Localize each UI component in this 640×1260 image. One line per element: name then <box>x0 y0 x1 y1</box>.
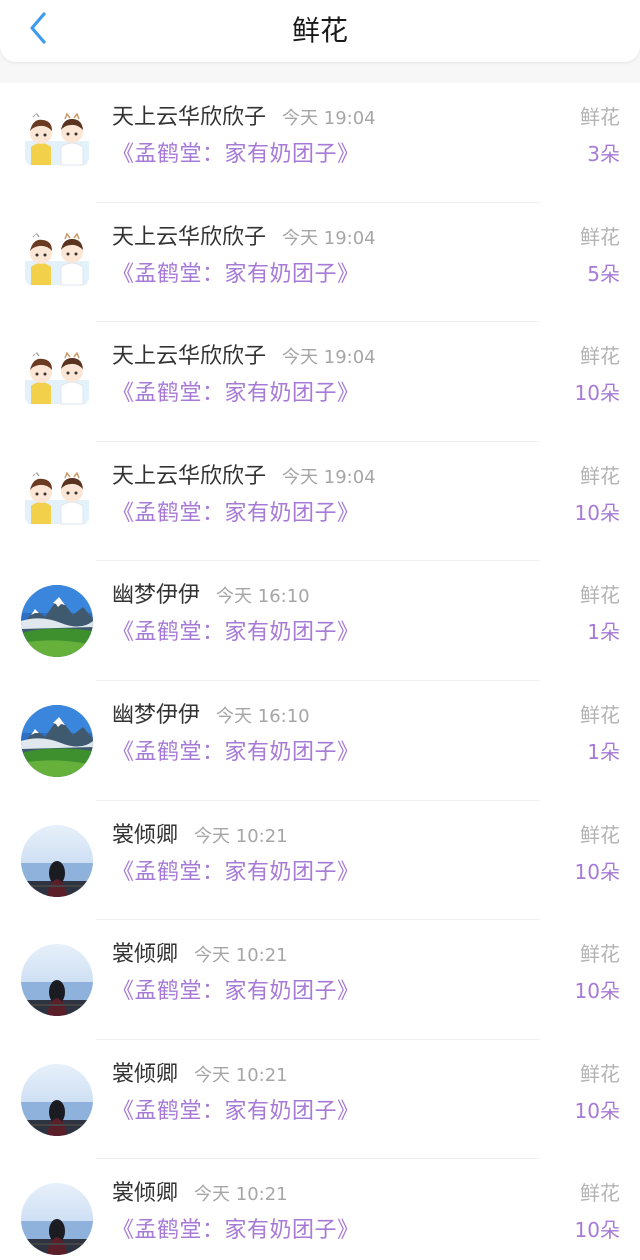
record-time: 今天 19:04 <box>282 466 376 488</box>
list-item[interactable]: 幽梦伊伊 今天 16:10 《孟鹤堂：家有奶团子》 鲜花 1朵 <box>0 561 640 681</box>
gift-amount: 5朵 <box>587 261 620 286</box>
list-item[interactable]: 天上云华欣欣子 今天 19:04 《孟鹤堂：家有奶团子》 鲜花 5朵 <box>0 203 640 323</box>
mountain-landscape-avatar[interactable] <box>21 704 93 777</box>
user-name[interactable]: 天上云华欣欣子 <box>112 105 266 130</box>
gift-amount: 1朵 <box>587 739 620 764</box>
user-name[interactable]: 幽梦伊伊 <box>112 703 200 728</box>
girl-by-sea-avatar[interactable] <box>21 824 93 897</box>
list-item[interactable]: 天上云华欣欣子 今天 19:04 《孟鹤堂：家有奶团子》 鲜花 3朵 <box>0 83 640 203</box>
cartoon-kids-avatar[interactable] <box>21 346 93 419</box>
girl-by-sea-avatar[interactable] <box>21 1183 93 1256</box>
gift-type: 鲜花 <box>580 1061 620 1086</box>
user-name[interactable]: 幽梦伊伊 <box>112 583 200 608</box>
gift-type: 鲜花 <box>580 105 620 129</box>
gift-type: 鲜花 <box>580 1181 620 1206</box>
gift-type: 鲜花 <box>580 942 620 967</box>
book-title[interactable]: 《孟鹤堂：家有奶团子》 <box>112 1093 360 1125</box>
gift-amount: 10朵 <box>574 859 620 884</box>
gift-type: 鲜花 <box>580 702 620 727</box>
record-time: 今天 19:04 <box>282 227 376 249</box>
user-name[interactable]: 天上云华欣欣子 <box>112 464 266 489</box>
gift-amount: 10朵 <box>574 1218 620 1243</box>
cartoon-kids-avatar[interactable] <box>21 465 93 538</box>
list-item[interactable]: 幽梦伊伊 今天 16:10 《孟鹤堂：家有奶团子》 鲜花 1朵 <box>0 681 640 801</box>
user-name[interactable]: 天上云华欣欣子 <box>112 344 266 369</box>
record-time: 今天 10:21 <box>194 1184 288 1206</box>
gift-type: 鲜花 <box>580 344 620 369</box>
gift-amount: 3朵 <box>587 142 620 166</box>
user-name[interactable]: 裳倾卿 <box>112 823 178 848</box>
gift-type: 鲜花 <box>580 463 620 488</box>
book-title[interactable]: 《孟鹤堂：家有奶团子》 <box>112 136 360 168</box>
gift-type: 鲜花 <box>580 224 620 249</box>
book-title[interactable]: 《孟鹤堂：家有奶团子》 <box>112 854 360 886</box>
user-name[interactable]: 裳倾卿 <box>112 1181 178 1206</box>
book-title[interactable]: 《孟鹤堂：家有奶团子》 <box>112 375 360 407</box>
book-title[interactable]: 《孟鹤堂：家有奶团子》 <box>112 256 360 288</box>
gift-amount: 10朵 <box>574 381 620 406</box>
cartoon-kids-avatar[interactable] <box>21 226 93 299</box>
gift-amount: 10朵 <box>574 979 620 1004</box>
book-title[interactable]: 《孟鹤堂：家有奶团子》 <box>112 973 360 1005</box>
gift-type: 鲜花 <box>580 583 620 608</box>
user-name[interactable]: 裳倾卿 <box>112 1062 178 1087</box>
list-item[interactable]: 天上云华欣欣子 今天 19:04 《孟鹤堂：家有奶团子》 鲜花 10朵 <box>0 322 640 442</box>
gift-amount: 10朵 <box>574 1098 620 1123</box>
record-time: 今天 10:21 <box>194 1064 288 1086</box>
user-name[interactable]: 天上云华欣欣子 <box>112 225 266 250</box>
book-title[interactable]: 《孟鹤堂：家有奶团子》 <box>112 734 360 766</box>
list-item[interactable]: 裳倾卿 今天 10:21 《孟鹤堂：家有奶团子》 鲜花 10朵 <box>0 1040 640 1160</box>
record-time: 今天 16:10 <box>216 586 310 608</box>
gift-amount: 1朵 <box>587 620 620 645</box>
list-item[interactable]: 天上云华欣欣子 今天 19:04 《孟鹤堂：家有奶团子》 鲜花 10朵 <box>0 442 640 562</box>
record-time: 今天 10:21 <box>194 945 288 967</box>
record-time: 今天 19:04 <box>282 347 376 369</box>
gift-type: 鲜花 <box>580 822 620 847</box>
cartoon-kids-avatar[interactable] <box>21 107 93 179</box>
book-title[interactable]: 《孟鹤堂：家有奶团子》 <box>112 614 360 646</box>
gift-amount: 10朵 <box>574 500 620 525</box>
list-item[interactable]: 裳倾卿 今天 10:21 《孟鹤堂：家有奶团子》 鲜花 10朵 <box>0 920 640 1040</box>
book-title[interactable]: 《孟鹤堂：家有奶团子》 <box>112 495 360 527</box>
record-time: 今天 16:10 <box>216 705 310 727</box>
page-title: 鲜花 <box>291 14 348 47</box>
list-item[interactable]: 裳倾卿 今天 10:21 《孟鹤堂：家有奶团子》 鲜花 10朵 <box>0 801 640 921</box>
user-name[interactable]: 裳倾卿 <box>112 942 178 967</box>
girl-by-sea-avatar[interactable] <box>21 1063 93 1136</box>
flower-record-list[interactable]: 天上云华欣欣子 今天 19:04 《孟鹤堂：家有奶团子》 鲜花 3朵 天上云华欣欣… <box>0 83 640 1260</box>
book-title[interactable]: 《孟鹤堂：家有奶团子》 <box>112 1212 360 1244</box>
girl-by-sea-avatar[interactable] <box>21 944 93 1017</box>
record-time: 今天 19:04 <box>282 108 376 129</box>
mountain-landscape-avatar[interactable] <box>21 585 93 658</box>
record-time: 今天 10:21 <box>194 825 288 847</box>
list-item[interactable]: 裳倾卿 今天 10:21 《孟鹤堂：家有奶团子》 鲜花 10朵 <box>0 1159 640 1260</box>
top-bar: 鲜花 <box>0 0 640 62</box>
